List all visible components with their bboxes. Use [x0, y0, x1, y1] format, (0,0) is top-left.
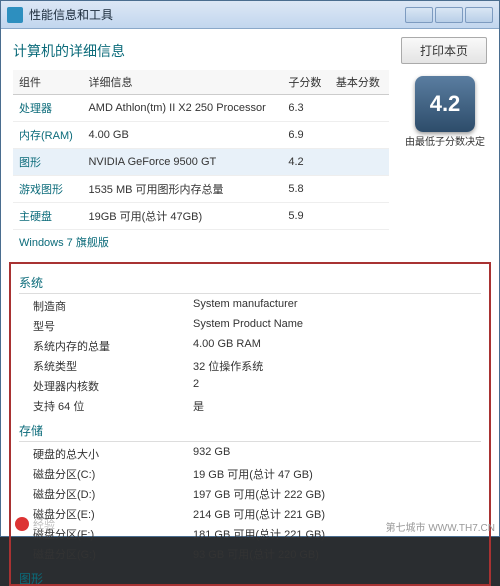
titlebar[interactable]: 性能信息和工具	[1, 1, 499, 29]
cell-empty	[330, 176, 389, 203]
detail-key: 磁盘分区(F:)	[33, 526, 193, 542]
minimize-button[interactable]	[405, 7, 433, 23]
detail-key: 系统类型	[33, 358, 193, 374]
detail-key: 系统内存的总量	[33, 338, 193, 354]
detail-key: 型号	[33, 318, 193, 334]
cell-component: 游戏图形	[13, 176, 82, 203]
cell-detail: 1535 MB 可用图形内存总量	[82, 176, 282, 203]
detail-key: 磁盘分区(C:)	[33, 466, 193, 482]
cell-detail: 4.00 GB	[82, 122, 282, 149]
detail-value: 4.00 GB RAM	[193, 338, 481, 354]
detail-value: 93 GB 可用(总计 220 GB)	[193, 546, 481, 562]
cell-component: 图形	[13, 149, 82, 176]
cell-detail: 19GB 可用(总计 47GB)	[82, 203, 282, 230]
cell-component: 主硬盘	[13, 203, 82, 230]
col-detail: 详细信息	[82, 70, 282, 95]
table-row: 内存(RAM)4.00 GB6.9	[13, 122, 389, 149]
page-heading: 计算机的详细信息	[13, 41, 125, 61]
cell-empty	[330, 203, 389, 230]
cell-empty	[330, 122, 389, 149]
baidu-watermark: 经验	[15, 516, 55, 532]
baidu-paw-icon	[15, 517, 29, 531]
detail-row: 型号System Product Name	[19, 316, 481, 336]
cell-detail: AMD Athlon(tm) II X2 250 Processor	[82, 95, 282, 122]
baidu-text: 经验	[33, 516, 55, 532]
detail-key: 硬盘的总大小	[33, 446, 193, 462]
detail-key: 处理器内核数	[33, 378, 193, 394]
score-badge: 4.2	[415, 76, 475, 132]
details-box: 系统制造商System manufacturer型号System Product…	[9, 262, 491, 586]
maximize-button[interactable]	[435, 7, 463, 23]
detail-value: 是	[193, 398, 481, 414]
detail-value: 2	[193, 378, 481, 394]
detail-row: 磁盘分区(G:)93 GB 可用(总计 220 GB)	[19, 544, 481, 564]
section-head-storage: 存储	[19, 416, 481, 442]
cell-component: 处理器	[13, 95, 82, 122]
table-row: 主硬盘19GB 可用(总计 47GB)5.9	[13, 203, 389, 230]
table-row: 处理器AMD Athlon(tm) II X2 250 Processor6.3	[13, 95, 389, 122]
detail-key: 磁盘分区(E:)	[33, 506, 193, 522]
window-frame: 性能信息和工具 计算机的详细信息 打印本页 组件 详细信息 子分数 基本分数	[0, 0, 500, 537]
detail-value: 932 GB	[193, 446, 481, 462]
base-score-block: 4.2 由最低子分数决定	[403, 76, 487, 258]
cell-subscore: 5.8	[282, 176, 330, 203]
col-component: 组件	[13, 70, 82, 95]
detail-key: 支持 64 位	[33, 398, 193, 414]
col-subscore: 子分数	[282, 70, 330, 95]
table-row: 游戏图形1535 MB 可用图形内存总量5.8	[13, 176, 389, 203]
cell-component: 内存(RAM)	[13, 122, 82, 149]
app-icon	[7, 7, 23, 23]
section-head-graphics: 图形	[19, 564, 481, 586]
score-table: 组件 详细信息 子分数 基本分数 处理器AMD Athlon(tm) II X2…	[13, 70, 389, 230]
detail-row: 硬盘的总大小932 GB	[19, 444, 481, 464]
detail-row: 支持 64 位是	[19, 396, 481, 416]
cell-empty	[330, 149, 389, 176]
detail-row: 磁盘分区(D:)197 GB 可用(总计 222 GB)	[19, 484, 481, 504]
windows-version: Windows 7 旗舰版	[13, 230, 389, 258]
site-watermark: 第七城市 WWW.TH7.CN	[386, 519, 495, 534]
detail-value: 197 GB 可用(总计 222 GB)	[193, 486, 481, 502]
cell-empty	[330, 95, 389, 122]
table-row: 图形NVIDIA GeForce 9500 GT4.2	[13, 149, 389, 176]
detail-row: 磁盘分区(C:)19 GB 可用(总计 47 GB)	[19, 464, 481, 484]
col-basescore: 基本分数	[330, 70, 389, 95]
cell-subscore: 4.2	[282, 149, 330, 176]
detail-key: 制造商	[33, 298, 193, 314]
cell-subscore: 5.9	[282, 203, 330, 230]
detail-row: 系统类型32 位操作系统	[19, 356, 481, 376]
detail-row: 制造商System manufacturer	[19, 296, 481, 316]
print-button[interactable]: 打印本页	[401, 37, 487, 64]
detail-value: 32 位操作系统	[193, 358, 481, 374]
detail-value: System manufacturer	[193, 298, 481, 314]
detail-value: System Product Name	[193, 318, 481, 334]
score-caption: 由最低子分数决定	[403, 136, 487, 149]
cell-subscore: 6.9	[282, 122, 330, 149]
cell-detail: NVIDIA GeForce 9500 GT	[82, 149, 282, 176]
content-panel: 计算机的详细信息 打印本页 组件 详细信息 子分数 基本分数 处理器AMD At…	[1, 29, 499, 262]
section-head-system: 系统	[19, 268, 481, 294]
detail-value: 19 GB 可用(总计 47 GB)	[193, 466, 481, 482]
detail-key: 磁盘分区(G:)	[33, 546, 193, 562]
close-button[interactable]	[465, 7, 493, 23]
detail-key: 磁盘分区(D:)	[33, 486, 193, 502]
detail-row: 系统内存的总量4.00 GB RAM	[19, 336, 481, 356]
window-controls	[405, 7, 493, 23]
cell-subscore: 6.3	[282, 95, 330, 122]
detail-row: 处理器内核数2	[19, 376, 481, 396]
window-title: 性能信息和工具	[29, 6, 405, 23]
